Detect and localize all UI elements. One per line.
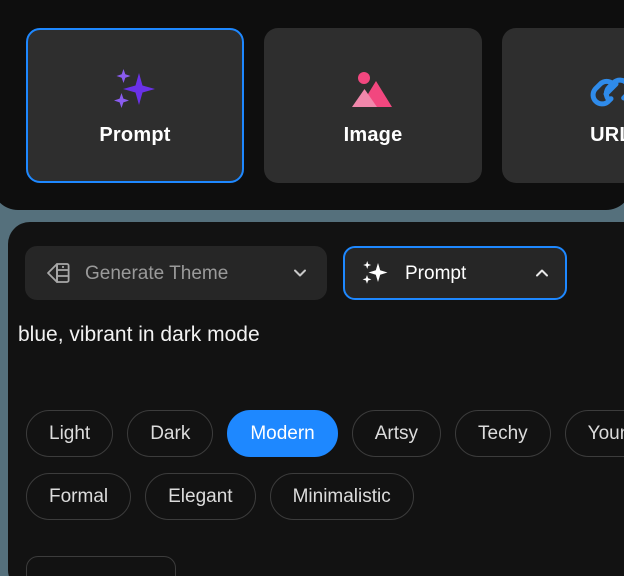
link-chain-icon bbox=[585, 67, 624, 115]
style-chip-minimalistic[interactable]: Minimalistic bbox=[269, 473, 414, 520]
image-mountains-icon bbox=[347, 67, 399, 115]
source-card-list: Prompt Image UR bbox=[26, 28, 624, 183]
editor-controls-row: Generate Theme Prompt bbox=[25, 246, 567, 300]
sparkles-icon bbox=[361, 259, 391, 287]
style-chip-row-1: Light Dark Modern Artsy Techy Young bbox=[26, 410, 624, 457]
style-chip-elegant[interactable]: Elegant bbox=[145, 473, 256, 520]
style-chip-artsy[interactable]: Artsy bbox=[351, 410, 442, 457]
style-chip-groups: Light Dark Modern Artsy Techy Young Form… bbox=[26, 410, 624, 536]
source-card-label: Prompt bbox=[99, 123, 171, 146]
style-chip-techy[interactable]: Techy bbox=[455, 410, 551, 457]
generate-theme-label: Generate Theme bbox=[85, 262, 229, 284]
chevron-up-icon[interactable] bbox=[533, 264, 551, 282]
style-chip-row-2: Formal Elegant Minimalistic bbox=[26, 473, 624, 520]
chevron-down-icon[interactable] bbox=[291, 264, 309, 282]
style-chip-light[interactable]: Light bbox=[26, 410, 114, 457]
style-chip-dark[interactable]: Dark bbox=[127, 410, 214, 457]
generate-theme-dropdown[interactable]: Generate Theme bbox=[25, 246, 327, 300]
source-card-label: Image bbox=[343, 123, 403, 146]
source-card-label: URL bbox=[590, 123, 624, 146]
source-type-panel: Prompt Image UR bbox=[0, 0, 624, 210]
source-card-url[interactable]: URL bbox=[502, 28, 624, 183]
source-card-prompt[interactable]: Prompt bbox=[26, 28, 244, 183]
prompt-mode-label: Prompt bbox=[405, 262, 467, 284]
prompt-mode-dropdown[interactable]: Prompt bbox=[343, 246, 567, 300]
style-chip-formal[interactable]: Formal bbox=[26, 473, 132, 520]
source-card-image[interactable]: Image bbox=[264, 28, 482, 183]
prompt-input-text[interactable]: blue, vibrant in dark mode bbox=[18, 322, 618, 347]
sparkles-icon bbox=[109, 67, 161, 115]
style-chip-modern[interactable]: Modern bbox=[227, 410, 338, 457]
style-chip-young[interactable]: Young bbox=[564, 410, 624, 457]
app-root: Prompt Image UR Generate Theme Prompt bl… bbox=[0, 0, 624, 576]
prompt-editor-panel: Generate Theme Prompt blue, vibrant in d… bbox=[8, 222, 624, 576]
tag-swatch-icon bbox=[45, 260, 71, 286]
clipped-bottom-control[interactable] bbox=[26, 556, 176, 576]
